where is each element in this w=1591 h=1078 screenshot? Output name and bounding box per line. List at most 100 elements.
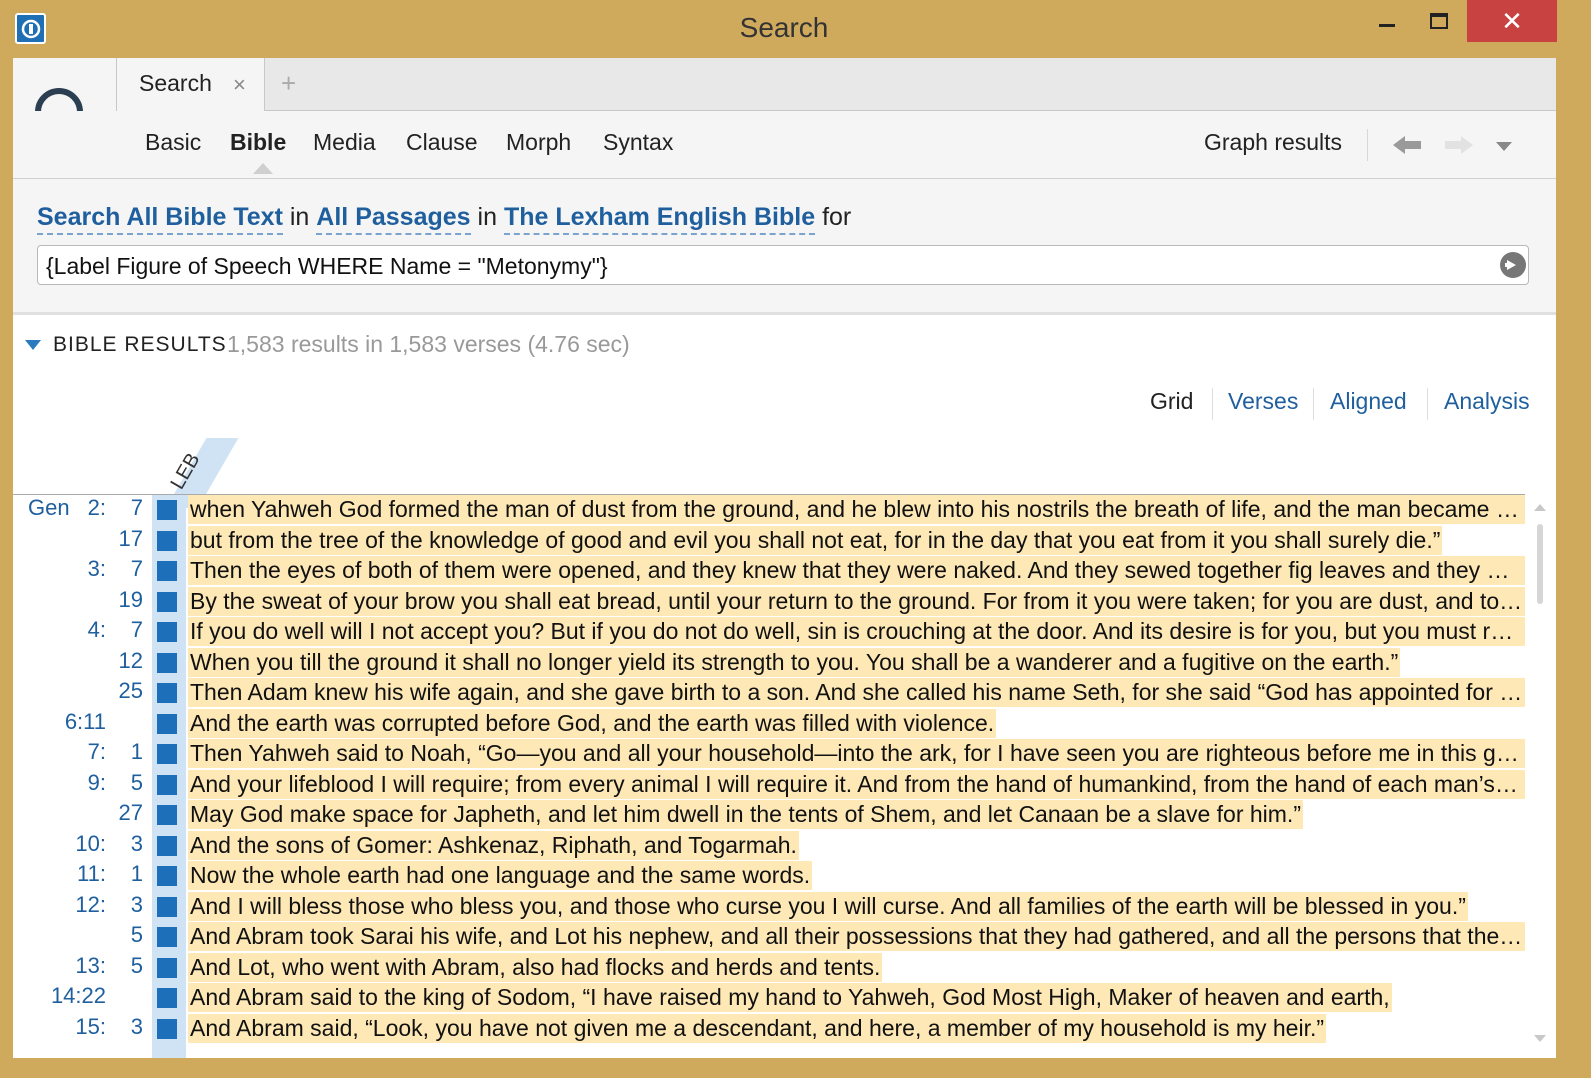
verse-text[interactable]: Then the eyes of both of them were opene… (188, 556, 1525, 585)
verse-number[interactable]: 27 (109, 800, 143, 826)
view-tab-verses[interactable]: Verses (1228, 388, 1298, 415)
table-row[interactable]: Gen 2: 7 when Yahweh God formed the man of … (13, 495, 1525, 526)
tab-close-icon[interactable]: × (233, 72, 246, 98)
verse-number[interactable]: 17 (109, 526, 143, 552)
hit-marker-icon[interactable] (157, 652, 177, 673)
verse-number[interactable]: 19 (109, 587, 143, 613)
verse-number[interactable]: 5 (109, 953, 143, 979)
resource-dropdown[interactable]: The Lexham English Bible (503, 203, 816, 235)
table-row[interactable]: 3: 7 Then the eyes of both of them were op… (13, 556, 1525, 587)
add-tab-button[interactable]: + (281, 68, 296, 99)
verse-text[interactable]: And I will bless those who bless you, an… (188, 891, 1468, 921)
hit-marker-icon[interactable] (157, 988, 177, 1008)
hit-marker-icon[interactable] (157, 866, 177, 886)
verse-text[interactable]: Then Yahweh said to Noah, “Go—you and al… (188, 739, 1525, 768)
verse-text[interactable]: And Lot, who went with Abram, also had f… (188, 952, 883, 982)
verse-number[interactable]: 3 (109, 831, 143, 857)
hit-marker-icon[interactable] (157, 500, 177, 520)
graph-results-button[interactable]: Graph results (1204, 129, 1342, 156)
chapter-label[interactable]: 4: (13, 617, 106, 643)
table-row[interactable]: 11: 1 Now the whole earth had one language… (13, 861, 1525, 892)
hit-marker-icon[interactable] (157, 927, 177, 947)
verse-number[interactable]: 7 (109, 617, 143, 643)
table-row[interactable]: 27 May God make space for Japheth, and le… (13, 800, 1525, 831)
close-window-button[interactable]: ✕ (1467, 0, 1557, 42)
ribbon-tab-bible[interactable]: Bible (230, 129, 286, 156)
view-tab-aligned[interactable]: Aligned (1330, 388, 1407, 415)
passages-dropdown[interactable]: All Passages (316, 203, 471, 235)
table-row[interactable]: 4: 7 If you do well will I not accept you?… (13, 617, 1525, 648)
back-arrow-icon[interactable] (1393, 135, 1423, 155)
ribbon-tab-clause[interactable]: Clause (406, 129, 478, 156)
hit-marker-icon[interactable] (157, 1018, 177, 1039)
hit-marker-icon[interactable] (157, 896, 177, 917)
table-row[interactable]: 12: 3 And I will bless those who bless you… (13, 891, 1525, 923)
verse-text[interactable]: And Abram said, “Look, you have not give… (188, 1013, 1327, 1043)
verse-text[interactable]: If you do well will I not accept you? Bu… (188, 617, 1525, 646)
verse-number[interactable]: 1 (109, 739, 143, 765)
chapter-label[interactable]: 9: (13, 770, 106, 796)
title-bar[interactable]: Search ✕ (0, 0, 1591, 58)
verse-text[interactable]: but from the tree of the knowledge of go… (188, 525, 1443, 555)
verse-number[interactable]: 25 (109, 678, 143, 704)
chapter-label[interactable]: 2: (13, 495, 106, 521)
verse-text[interactable]: when Yahweh God formed the man of dust f… (188, 495, 1525, 524)
verse-text[interactable]: And the earth was corrupted before God, … (188, 708, 997, 738)
chapter-label[interactable]: 7: (13, 739, 106, 765)
tab-search[interactable]: Search × (116, 58, 265, 111)
verse-text[interactable]: And the sons of Gomer: Ashkenaz, Riphath… (188, 830, 799, 860)
maximize-button[interactable] (1413, 0, 1469, 42)
verse-text[interactable]: When you till the ground it shall no lon… (188, 647, 1401, 677)
chapter-label[interactable]: 14:22 (13, 983, 106, 1009)
forward-arrow-icon[interactable] (1443, 135, 1473, 155)
hit-marker-icon[interactable] (157, 774, 177, 795)
hit-marker-icon[interactable] (157, 713, 177, 734)
table-row[interactable]: 14:22 And Abram said to the king of Sodom… (13, 983, 1525, 1014)
chapter-label[interactable]: 13: (13, 953, 106, 979)
table-row[interactable]: 6:11 And the earth was corrupted before G… (13, 708, 1525, 740)
chapter-label[interactable]: 3: (13, 556, 106, 582)
hit-marker-icon[interactable] (157, 591, 177, 612)
hit-marker-icon[interactable] (157, 622, 177, 642)
verse-number[interactable]: 7 (109, 495, 143, 521)
verse-text[interactable]: Now the whole earth had one language and… (188, 861, 813, 890)
ribbon-tab-basic[interactable]: Basic (145, 129, 201, 156)
verse-number[interactable]: 7 (109, 556, 143, 582)
verse-text[interactable]: And Abram took Sarai his wife, and Lot h… (188, 922, 1525, 951)
verse-text[interactable]: By the sweat of your brow you shall eat … (188, 586, 1525, 616)
hit-marker-icon[interactable] (157, 683, 177, 703)
table-row[interactable]: 17 but from the tree of the knowledge of … (13, 525, 1525, 557)
scroll-up-icon[interactable] (1534, 504, 1546, 511)
verse-number[interactable]: 5 (109, 922, 143, 948)
search-input[interactable] (44, 250, 1488, 282)
table-row[interactable]: 12 When you till the ground it shall no l… (13, 647, 1525, 679)
chapter-label[interactable]: 12: (13, 892, 106, 918)
table-row[interactable]: 9: 5 And your lifeblood I will require; fr… (13, 769, 1525, 801)
table-row[interactable]: 10: 3 And the sons of Gomer: Ashkenaz, Rip… (13, 830, 1525, 862)
chapter-label[interactable]: 11: (13, 861, 106, 887)
leb-column-header[interactable]: LEB (159, 438, 239, 508)
verse-number[interactable]: 12 (109, 648, 143, 674)
results-section-title[interactable]: BIBLE RESULTS (53, 333, 227, 357)
scroll-down-icon[interactable] (1534, 1035, 1546, 1042)
verse-text[interactable]: May God make space for Japheth, and let … (188, 800, 1303, 829)
history-chevron-down-icon[interactable] (1496, 142, 1512, 151)
hit-marker-icon[interactable] (157, 530, 177, 551)
verse-number[interactable]: 1 (109, 861, 143, 887)
search-scope-dropdown[interactable]: Search All Bible Text (37, 203, 283, 235)
table-row[interactable]: 25 Then Adam knew his wife again, and she… (13, 678, 1525, 709)
verse-text[interactable]: And Abram said to the king of Sodom, “I … (188, 983, 1392, 1012)
hit-marker-icon[interactable] (157, 835, 177, 856)
verse-text[interactable]: And your lifeblood I will require; from … (188, 769, 1525, 799)
run-search-icon[interactable] (1500, 252, 1526, 278)
hit-marker-icon[interactable] (157, 561, 177, 581)
query-input-box[interactable] (37, 245, 1529, 285)
hit-marker-icon[interactable] (157, 805, 177, 825)
verse-number[interactable]: 3 (109, 1014, 143, 1040)
table-row[interactable]: 5 And Abram took Sarai his wife, and Lot … (13, 922, 1525, 953)
verse-number[interactable]: 5 (109, 770, 143, 796)
verse-text[interactable]: Then Adam knew his wife again, and she g… (188, 678, 1525, 707)
table-row[interactable]: 15: 3 And Abram said, “Look, you have not … (13, 1013, 1525, 1045)
ribbon-tab-media[interactable]: Media (313, 129, 376, 156)
collapse-chevron-down-icon[interactable] (25, 340, 41, 350)
